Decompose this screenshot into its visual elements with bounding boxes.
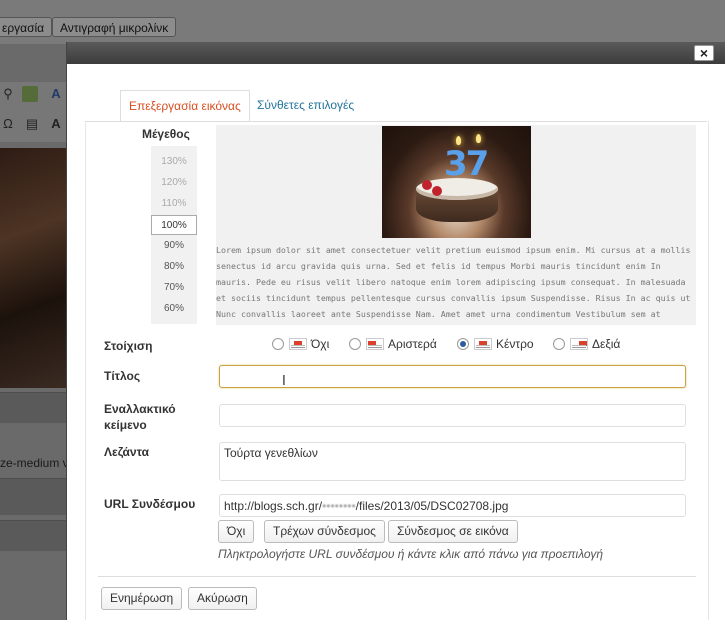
align-right-label: Δεξιά <box>592 337 621 351</box>
align-right-icon <box>570 338 588 350</box>
image-preview: 37 Lorem ipsum dolor sit amet consectetu… <box>216 125 696 325</box>
caption-value: Τούρτα γενεθλίων <box>224 446 318 460</box>
background-tool-icon: ⚲ <box>3 86 13 101</box>
update-button[interactable]: Ενημέρωση <box>101 587 183 610</box>
align-center-icon <box>474 338 492 350</box>
link-current-button[interactable]: Τρέχων σύνδεσμος <box>264 520 385 543</box>
preview-text: Lorem ipsum dolor sit amet consectetuer … <box>216 245 691 319</box>
size-option-60[interactable]: 60% <box>151 299 197 319</box>
align-right-radio[interactable] <box>553 338 565 350</box>
candle-number: 37 <box>444 144 489 184</box>
align-option-left[interactable]: Αριστερά <box>349 336 437 352</box>
alt-text-label: Εναλλακτικό κείμενο <box>104 402 176 432</box>
caption-textarea[interactable]: Τούρτα γενεθλίων <box>219 442 686 481</box>
close-button[interactable]: × <box>694 45 714 61</box>
size-label: Μέγεθος <box>142 127 190 141</box>
link-to-image-button[interactable]: Σύνδεσμος σε εικόνα <box>388 520 518 543</box>
cancel-button[interactable]: Ακύρωση <box>188 587 257 610</box>
alt-text-input[interactable] <box>219 404 686 427</box>
size-option-120[interactable]: 120% <box>151 173 197 193</box>
background-photo <box>0 148 66 388</box>
align-none-label: Όχι <box>311 337 330 351</box>
title-label: Τίτλος <box>104 369 141 383</box>
background-toolbar: ⚲ A Ω ▤ A <box>0 82 66 142</box>
background-strip <box>0 392 66 423</box>
background-button-edit: εργασία <box>0 17 53 37</box>
background-text-color-icon: A <box>51 116 61 131</box>
align-center-label: Κέντρο <box>496 337 534 351</box>
background-image-icon <box>22 86 38 102</box>
alignment-label: Στοίχιση <box>104 339 153 353</box>
background-button-shortlink: Αντιγραφή μικρολίνκ <box>52 17 177 37</box>
title-input[interactable] <box>219 365 686 388</box>
align-option-none[interactable]: Όχι <box>272 336 329 352</box>
size-option-80[interactable]: 80% <box>151 257 197 277</box>
footer-divider <box>98 576 696 577</box>
background-font-icon: A <box>51 86 61 101</box>
size-option-130[interactable]: 130% <box>151 152 197 172</box>
align-left-label: Αριστερά <box>388 337 437 351</box>
background-print-icon: ▤ <box>25 116 39 131</box>
size-option-110[interactable]: 110% <box>151 194 197 214</box>
align-none-icon <box>289 338 307 350</box>
align-left-icon <box>366 338 384 350</box>
strawberry <box>432 186 442 196</box>
strawberry <box>422 180 432 190</box>
size-option-90[interactable]: 90% <box>151 236 197 256</box>
tab-advanced-options[interactable]: Σύνθετες επιλογές <box>249 90 362 122</box>
url-prefix: http://blogs.sch.gr/ <box>224 499 323 513</box>
background-omega-icon: Ω <box>3 116 13 131</box>
background-partial-text: ze-medium v <box>0 456 69 470</box>
size-option-100[interactable]: 100% <box>151 215 197 235</box>
align-option-right[interactable]: Δεξιά <box>553 336 620 352</box>
size-list: 130% 120% 110% 100% 90% 80% 70% 60% <box>151 146 197 324</box>
cake-photo: 37 <box>382 126 531 238</box>
background-strip <box>0 520 66 551</box>
align-left-radio[interactable] <box>349 338 361 350</box>
image-edit-dialog: × Επεξεργασία εικόνας Σύνθετες επιλογές … <box>66 42 725 620</box>
align-option-center[interactable]: Κέντρο <box>457 336 534 352</box>
link-none-button[interactable]: Όχι <box>218 520 255 543</box>
link-url-input[interactable]: http://blogs.sch.gr/••••••••/files/2013/… <box>219 494 686 517</box>
link-hint: Πληκτρολογήστε URL συνδέσμου ή κάντε κλι… <box>218 547 604 561</box>
url-suffix: /files/2013/05/DSC02708.jpg <box>355 499 509 513</box>
tab-edit-image[interactable]: Επεξεργασία εικόνας <box>120 90 250 122</box>
url-blurred-part: •••••••• <box>322 499 356 513</box>
dialog-titlebar: × <box>67 42 725 64</box>
align-center-radio[interactable] <box>457 338 469 350</box>
text-cursor-icon: I <box>282 374 286 389</box>
align-none-radio[interactable] <box>272 338 284 350</box>
link-url-label: URL Συνδέσμου <box>104 497 196 511</box>
candle-flame <box>476 134 481 143</box>
background-strip <box>0 478 66 515</box>
size-option-70[interactable]: 70% <box>151 278 197 298</box>
caption-label: Λεζάντα <box>104 445 149 459</box>
